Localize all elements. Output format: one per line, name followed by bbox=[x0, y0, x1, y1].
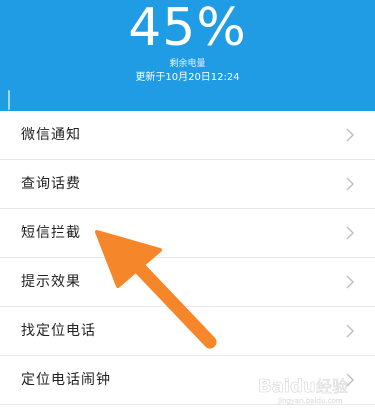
battery-remaining-label: 剩余电量 bbox=[169, 59, 206, 69]
menu-item-label: 找定位电话 bbox=[21, 323, 96, 339]
menu-item-query-balance[interactable]: 查询话费 bbox=[0, 160, 375, 209]
menu-item-label: 提示效果 bbox=[21, 274, 81, 290]
menu-item-label: 定位电话闹钟 bbox=[21, 372, 111, 388]
menu-item-wechat-notify[interactable]: 微信通知 bbox=[0, 111, 375, 160]
menu-item-find-locator-phone[interactable]: 找定位电话 bbox=[0, 307, 375, 356]
menu-item-label: 短信拦截 bbox=[21, 225, 81, 241]
chevron-right-icon bbox=[346, 324, 354, 338]
chevron-right-icon bbox=[346, 226, 354, 240]
battery-percent: 45% bbox=[128, 0, 247, 58]
battery-header: 45% 剩余电量 更新于10月20日12:24 bbox=[0, 0, 375, 111]
chevron-right-icon bbox=[346, 177, 354, 191]
scroll-indicator bbox=[8, 90, 10, 110]
settings-menu: 微信通知 查询话费 短信拦截 提示效果 找定位电话 定位电话闹钟 bbox=[0, 111, 375, 417]
menu-item-label: 查询话费 bbox=[21, 176, 81, 192]
menu-item-sms-block[interactable]: 短信拦截 bbox=[0, 209, 375, 258]
last-updated-text: 更新于10月20日12:24 bbox=[135, 72, 240, 83]
menu-item-label: 微信通知 bbox=[21, 127, 81, 143]
menu-item-alert-effect[interactable]: 提示效果 bbox=[0, 258, 375, 307]
menu-item-locator-alarm[interactable]: 定位电话闹钟 bbox=[0, 356, 375, 405]
chevron-right-icon bbox=[346, 373, 354, 387]
chevron-right-icon bbox=[346, 275, 354, 289]
chevron-right-icon bbox=[346, 128, 354, 142]
